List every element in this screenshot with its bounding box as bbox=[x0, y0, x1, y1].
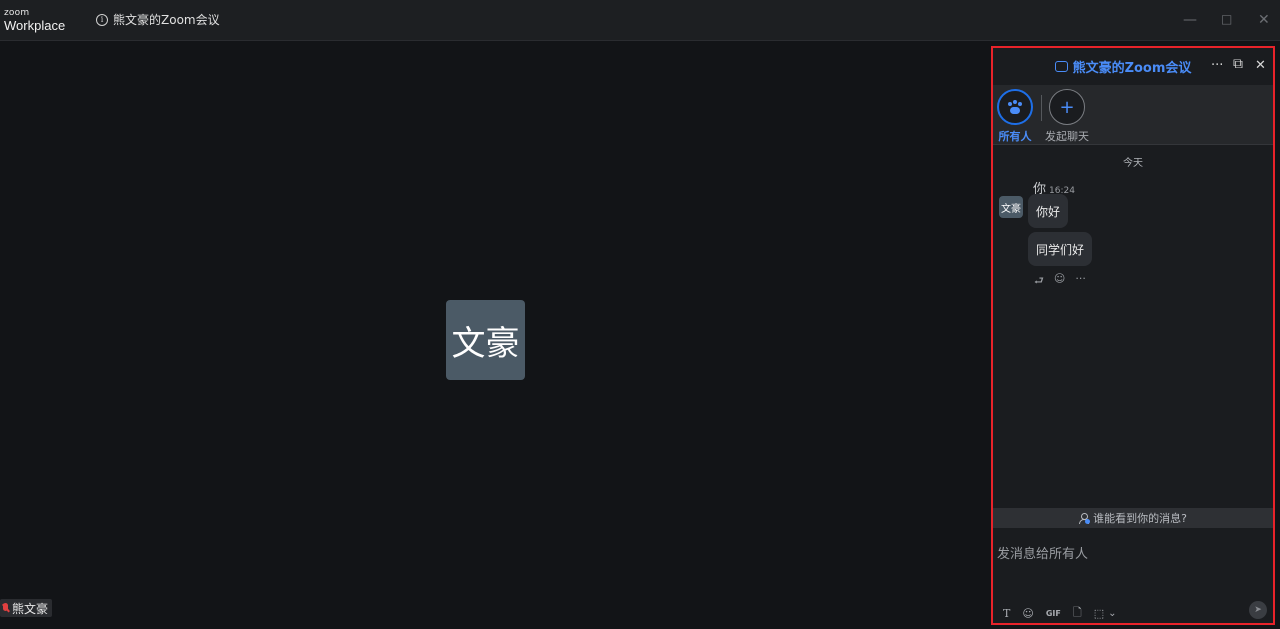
message-visibility-link[interactable]: 谁能看到你的消息? bbox=[993, 508, 1273, 528]
recipient-bar: 所有人 + 发起聊天 bbox=[993, 85, 1273, 145]
everyone-icon bbox=[997, 89, 1033, 125]
minimize-button[interactable]: — bbox=[1183, 12, 1197, 28]
popout-icon[interactable]: ⧉ bbox=[1233, 56, 1243, 72]
visibility-text: 谁能看到你的消息? bbox=[1093, 512, 1187, 525]
title-bar: zoom Workplace i 熊文豪的Zoom会议 — □ ✕ bbox=[0, 0, 1280, 41]
chat-header: 熊文豪的Zoom会议 ··· ⧉ ✕ bbox=[993, 48, 1273, 85]
participant-avatar: 文豪 bbox=[446, 300, 525, 380]
composer-toolbar: T ☺ GIF 🗋 ⬚ ⌄ bbox=[1003, 604, 1116, 623]
participant-name-tag: 熊文豪 bbox=[0, 599, 53, 617]
plus-icon: + bbox=[1049, 89, 1085, 125]
logo-zoom-text: zoom bbox=[4, 8, 30, 18]
message-avatar: 文豪 bbox=[999, 196, 1023, 218]
chat-title-text: 熊文豪的Zoom会议 bbox=[1072, 61, 1192, 76]
new-chat-label: 发起聊天 bbox=[1045, 130, 1089, 143]
recipient-everyone[interactable]: 所有人 bbox=[993, 89, 1037, 144]
recipient-everyone-label: 所有人 bbox=[998, 130, 1032, 143]
mic-muted-icon bbox=[2, 602, 9, 614]
reply-icon[interactable]: ⮐ bbox=[1034, 272, 1044, 291]
meeting-info-button[interactable]: i 熊文豪的Zoom会议 bbox=[96, 11, 220, 28]
person-icon bbox=[1079, 512, 1091, 524]
message-composer: T ☺ GIF 🗋 ⬚ ⌄ ➤ bbox=[993, 528, 1273, 623]
participant-name: 熊文豪 bbox=[12, 601, 49, 616]
chevron-down-icon[interactable]: ⌄ bbox=[1108, 608, 1116, 619]
chat-title: 熊文豪的Zoom会议 bbox=[1054, 57, 1192, 76]
chat-close-button[interactable]: ✕ bbox=[1255, 58, 1266, 73]
logo-workplace-text: Workplace bbox=[4, 18, 66, 33]
message-more-icon[interactable]: ··· bbox=[1075, 272, 1086, 291]
screenshot-icon[interactable]: ⬚ bbox=[1094, 607, 1104, 620]
video-area: 文豪 熊文豪 bbox=[0, 41, 985, 629]
send-button[interactable]: ➤ bbox=[1249, 601, 1267, 619]
zoom-logo: zoom Workplace bbox=[4, 8, 66, 33]
maximize-button[interactable]: □ bbox=[1221, 12, 1232, 26]
chat-bubble-icon bbox=[1054, 61, 1068, 72]
gif-icon[interactable]: GIF bbox=[1046, 609, 1061, 618]
day-separator: 今天 bbox=[1123, 158, 1143, 169]
message-bubble[interactable]: 同学们好 bbox=[1028, 232, 1093, 266]
message-input[interactable] bbox=[997, 534, 1267, 574]
info-icon: i bbox=[96, 13, 108, 26]
format-text-icon[interactable]: T bbox=[1003, 607, 1010, 620]
chat-more-button[interactable]: ··· bbox=[1211, 58, 1223, 73]
new-chat-button[interactable]: + 发起聊天 bbox=[1045, 89, 1089, 144]
emoji-icon[interactable]: ☺ bbox=[1022, 607, 1033, 620]
chat-panel: 熊文豪的Zoom会议 ··· ⧉ ✕ 所有人 + 发起聊天 今天 文豪 你 16:… bbox=[991, 46, 1275, 625]
file-icon[interactable]: 🗋 bbox=[1073, 604, 1082, 623]
message-bubble[interactable]: 你好 bbox=[1028, 194, 1069, 228]
message-actions: ⮐ ☺ ··· bbox=[1034, 272, 1086, 291]
close-window-button[interactable]: ✕ bbox=[1258, 12, 1270, 28]
emoji-reaction-icon[interactable]: ☺ bbox=[1054, 272, 1065, 291]
recipient-divider bbox=[1041, 95, 1042, 121]
meeting-title: 熊文豪的Zoom会议 bbox=[113, 13, 220, 27]
